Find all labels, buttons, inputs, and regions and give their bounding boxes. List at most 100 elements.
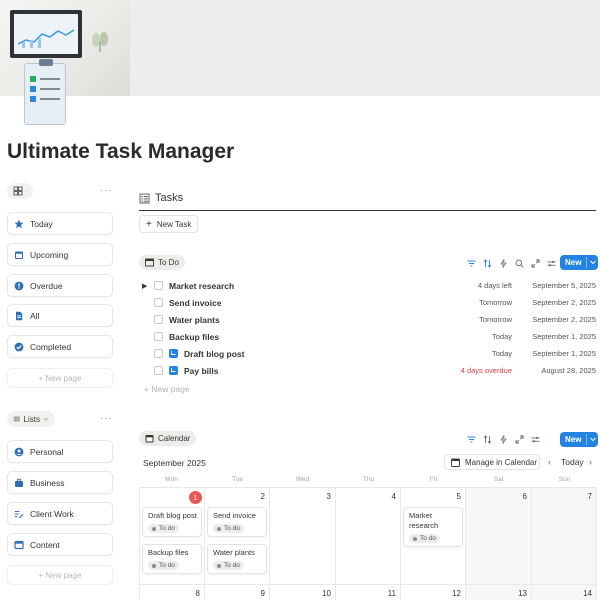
sidebar-item-label: Completed [30, 341, 72, 352]
task-name[interactable]: Backup files [169, 332, 422, 342]
calendar-day[interactable]: 12 [401, 585, 466, 600]
lightning-icon[interactable] [498, 434, 508, 444]
calendar-event-card[interactable]: Market research To do [403, 507, 463, 547]
sidebar-item-label: Client Work [30, 508, 74, 519]
calendar-event-card[interactable]: Send invoice To do [207, 507, 267, 537]
sort-icon[interactable] [482, 258, 492, 268]
calendar-event-card[interactable]: Water plants To do [207, 544, 267, 574]
table-row[interactable]: Draft blog post Today September 1, 2025 [142, 345, 596, 362]
toggle-icon[interactable]: ▶ [142, 282, 154, 290]
sidebar-item-upcoming[interactable]: Upcoming [7, 243, 113, 266]
task-due-label: 4 days overdue [460, 366, 512, 375]
table-row[interactable]: Water plants Tomorrow September 2, 2025 [142, 311, 596, 328]
day-number: 7 [587, 492, 592, 501]
calendar-day[interactable]: 13 [466, 585, 532, 600]
chevron-left-icon[interactable]: ‹ [548, 457, 551, 467]
calendar-event-card[interactable]: Draft blog post To do [142, 507, 202, 537]
day-number: 4 [391, 492, 396, 501]
calendar-day[interactable]: 4 [336, 488, 401, 585]
views-switcher[interactable] [7, 183, 33, 199]
table-row[interactable]: ▶ Market research 4 days left September … [142, 277, 596, 294]
calendar-day[interactable]: 7 [532, 488, 597, 585]
filter-icon[interactable] [466, 258, 476, 268]
task-checkbox[interactable] [154, 349, 163, 358]
sidebar-item-label: Business [30, 477, 65, 488]
sidebar-item-business[interactable]: Business [7, 471, 113, 494]
sidebar-new-page-button[interactable]: + New page [7, 565, 113, 585]
checklist-page-icon[interactable] [24, 59, 66, 125]
today-button[interactable]: Today [561, 457, 584, 467]
manage-in-calendar-button[interactable]: Manage in Calendar [444, 454, 540, 470]
task-date: September 2, 2025 [532, 298, 596, 307]
task-checkbox[interactable] [154, 298, 163, 307]
calendar-day[interactable]: 3 [270, 488, 336, 585]
calendar-view-tab[interactable]: Calendar [139, 431, 197, 446]
task-date: September 2, 2025 [532, 315, 596, 324]
calendar-day[interactable]: 8 [139, 585, 205, 600]
sidebar-new-page-button[interactable]: + New page [7, 368, 113, 388]
day-number: 3 [326, 492, 331, 501]
calendar-icon [14, 250, 24, 260]
list-icon [13, 416, 20, 422]
new-task-button[interactable]: + New Task [139, 215, 198, 233]
chevron-down-icon[interactable] [589, 258, 597, 266]
expand-icon[interactable] [514, 434, 524, 444]
task-checkbox[interactable] [154, 332, 163, 341]
tasks-new-button[interactable]: New [560, 255, 598, 270]
page-cover [0, 0, 600, 96]
day-number: 5 [456, 492, 461, 501]
task-checkbox[interactable] [154, 366, 163, 375]
task-date: September 1, 2025 [532, 349, 596, 358]
table-row[interactable]: Backup files Today September 1, 2025 [142, 328, 596, 345]
new-task-label: New Task [156, 219, 192, 229]
sidebar-item-today[interactable]: Today [7, 212, 113, 235]
calendar-day[interactable]: 11 [336, 585, 401, 600]
settings-sliders-icon[interactable] [546, 258, 556, 268]
event-name: Water plants [213, 548, 255, 557]
settings-sliders-icon[interactable] [530, 434, 540, 444]
task-name[interactable]: Water plants [169, 315, 422, 325]
calendar-day[interactable]: 10 [270, 585, 336, 600]
chevron-right-icon[interactable]: › [589, 457, 592, 467]
table-row[interactable]: Send invoice Tomorrow September 2, 2025 [142, 294, 596, 311]
sidebar-item-client-work[interactable]: Client Work [7, 502, 113, 525]
table-row[interactable]: Pay bills 4 days overdue August 28, 2025 [142, 362, 596, 379]
views-more-button[interactable]: ··· [100, 185, 113, 196]
monitor-illustration [10, 10, 82, 58]
sidebar-item-all[interactable]: All [7, 304, 113, 327]
task-name[interactable]: Draft blog post [184, 349, 422, 359]
sort-icon[interactable] [482, 434, 492, 444]
calendar-day[interactable]: 6 [466, 488, 532, 585]
search-icon[interactable] [514, 258, 524, 268]
filter-icon[interactable] [466, 434, 476, 444]
calendar-event-card[interactable]: Backup files To do [142, 544, 202, 574]
lightning-icon[interactable] [498, 258, 508, 268]
task-checkbox[interactable] [154, 281, 163, 290]
todo-view-tab[interactable]: To Do [139, 255, 185, 270]
chevron-down-icon[interactable] [589, 435, 597, 443]
sidebar-item-personal[interactable]: Personal [7, 440, 113, 463]
event-name: Backup files [148, 548, 189, 557]
section-divider [139, 210, 596, 211]
calendar-month-label: September 2025 [143, 458, 206, 468]
status-badge: To do [213, 524, 244, 533]
task-name[interactable]: Send invoice [169, 298, 422, 308]
lists-more-button[interactable]: ··· [100, 413, 113, 424]
expand-icon[interactable] [530, 258, 540, 268]
lists-switcher[interactable]: Lists [7, 411, 55, 427]
sidebar-item-completed[interactable]: Completed [7, 335, 113, 358]
day-number: 10 [322, 589, 331, 598]
grid-icon [13, 186, 23, 196]
sidebar-item-content[interactable]: Content [7, 533, 113, 556]
task-name[interactable]: Pay bills [184, 366, 422, 376]
calendar-day[interactable]: 9 [205, 585, 270, 600]
star-icon [14, 219, 24, 229]
sidebar-item-overdue[interactable]: Overdue [7, 274, 113, 297]
calendar-new-button[interactable]: New [560, 432, 598, 447]
view-label: To Do [158, 258, 179, 267]
calendar-toolbar [466, 434, 540, 444]
task-checkbox[interactable] [154, 315, 163, 324]
task-name[interactable]: Market research [169, 281, 422, 291]
add-task-row[interactable]: + New page [144, 384, 190, 394]
calendar-day[interactable]: 14 [532, 585, 597, 600]
